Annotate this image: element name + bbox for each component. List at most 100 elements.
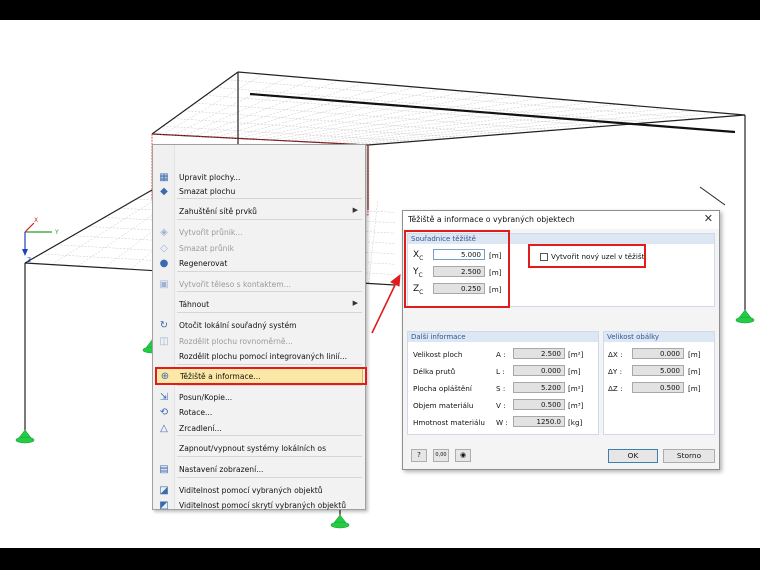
- support-3: [15, 429, 35, 444]
- menu-item-label: Táhnout: [179, 299, 210, 309]
- menu-item-label: Rozdělit plochu rovnoměrně...: [179, 336, 293, 346]
- menu-separator: [177, 456, 362, 457]
- info-value-field: 1250.0: [513, 416, 565, 427]
- envelope-value-field: 5.000: [632, 365, 684, 376]
- info-value-field: 0.500: [513, 399, 565, 410]
- menu-item-label: Regenerovat: [179, 258, 228, 268]
- menu-item-11[interactable]: ⊕ Těžiště a informace...: [155, 368, 363, 384]
- envelope-label: ΔY :: [608, 367, 623, 376]
- grid-line: [205, 95, 604, 127]
- delete-intersection-icon: ◇: [160, 242, 168, 254]
- mirror-icon: △: [160, 422, 168, 434]
- menu-item-3: ◈ Vytvořit průnik...: [155, 224, 363, 240]
- menu-blank-icon: [155, 348, 173, 364]
- menu-item-17[interactable]: ◪ Viditelnost pomocí vybraných objektů: [155, 482, 363, 498]
- menu-item-label: Upravit plochy...: [179, 172, 241, 182]
- ok-button[interactable]: OK: [608, 449, 658, 463]
- envelope-value-field: 0.000: [632, 348, 684, 359]
- close-icon[interactable]: ✕: [704, 212, 713, 225]
- menu-item-label: Zahuštění sítě prvků: [179, 206, 257, 216]
- menu-separator: [177, 219, 362, 220]
- visibility-selected-icon: ◪: [159, 484, 169, 496]
- support-1: [735, 309, 755, 324]
- menu-separator: [177, 477, 362, 478]
- menu-separator: [177, 271, 362, 272]
- rotate-icon: ⟲: [159, 406, 169, 418]
- menu-item-7[interactable]: Táhnout ▶: [155, 296, 363, 312]
- menu-item-label: Nastavení zobrazení...: [179, 464, 264, 474]
- menu-item-13[interactable]: ⟲ Rotace...: [155, 404, 363, 420]
- move-copy-icon: ⇲: [159, 391, 169, 403]
- menu-item-label: Vytvořit průnik...: [179, 227, 243, 237]
- menu-item-14[interactable]: △ Zrcadlení...: [155, 420, 363, 436]
- menu-item-label: Zapnout/vypnout systémy lokálních os: [179, 443, 327, 453]
- menu-item-16[interactable]: ▤ Nastavení zobrazení...: [155, 461, 363, 477]
- centroid-value-field[interactable]: 2.500: [433, 266, 485, 277]
- info-symbol: A :: [496, 350, 506, 359]
- info-header: Další informace: [408, 332, 598, 342]
- axis-label-x: X: [34, 217, 38, 224]
- cancel-button[interactable]: Storno: [663, 449, 715, 463]
- menu-item-label: Smazat plochu: [179, 186, 236, 196]
- visibility-hide-icon: ◩: [159, 499, 169, 511]
- new-node-checkbox[interactable]: [540, 253, 548, 261]
- context-menu: ▦ Upravit plochy... ◆ Smazat plochu Zahuštěn…: [152, 144, 367, 513]
- envelope-panel: Velikost obálky ΔX : 0.000 [m] ΔY : 5.000…: [603, 331, 715, 435]
- menu-item-2[interactable]: Zahuštění sítě prvků ▶: [155, 203, 363, 219]
- menu-separator: [177, 312, 362, 313]
- menu-item-10[interactable]: Rozdělit plochu pomocí integrovaných lin…: [155, 348, 363, 364]
- menu-item-label: Těžiště a informace...: [180, 371, 261, 381]
- info-unit: [m²]: [568, 350, 584, 359]
- menu-item-12[interactable]: ⇲ Posun/Kopie...: [155, 389, 363, 405]
- menu-item-15[interactable]: Zapnout/vypnout systémy lokálních os: [155, 440, 363, 456]
- model-viewport[interactable]: Y X Z ▦ Upravit plochy... ◆ Smazat plochu Za…: [0, 20, 760, 548]
- dialog-titlebar: Těžiště a informace o vybraných objektec…: [403, 211, 719, 229]
- centroid-value-field[interactable]: 5.000: [433, 249, 485, 260]
- info-label: Objem materiálu: [413, 401, 474, 410]
- menu-item-4: ◇ Smazat průnik: [155, 240, 363, 256]
- axis-tripod: Y X Z: [22, 217, 59, 264]
- support-4: [330, 514, 350, 529]
- centroid-unit: [m]: [489, 285, 502, 294]
- dialog-title: Těžiště a informace o vybraných objektec…: [408, 215, 575, 224]
- menu-item-18[interactable]: ◩ Viditelnost pomocí skrytí vybraných obj…: [155, 497, 363, 513]
- menu-blank-icon: [155, 440, 173, 456]
- menu-item-label: Rozdělit plochu pomocí integrovaných lin…: [179, 351, 348, 361]
- menu-item-8[interactable]: ↻ Otočit lokální souřadný systém: [155, 317, 363, 333]
- menu-item-label: Zrcadlení...: [179, 423, 222, 433]
- menu-item-1[interactable]: ◆ Smazat plochu: [155, 183, 363, 199]
- centroid-info-dialog: Těžiště a informace o vybraných objektec…: [402, 210, 720, 470]
- units-icon[interactable]: 0,00: [433, 449, 449, 462]
- info-panel: Další informace Velikost ploch A : 2.500…: [407, 331, 599, 435]
- view-icon[interactable]: ◉: [455, 449, 471, 462]
- info-unit: [m³]: [568, 401, 584, 410]
- info-symbol: W :: [496, 418, 508, 427]
- menu-separator: [177, 364, 362, 365]
- envelope-unit: [m]: [688, 350, 701, 359]
- info-label: Velikost ploch: [413, 350, 463, 359]
- grid-line: [249, 91, 467, 140]
- centroid-label: ZC: [413, 284, 424, 296]
- axis-label-z: Z: [27, 257, 31, 264]
- centroid-info-icon: ⊕: [160, 370, 170, 382]
- info-label: Plocha opláštění: [413, 384, 472, 393]
- divide-surface-icon: ◫: [159, 335, 169, 347]
- envelope-unit: [m]: [688, 384, 701, 393]
- submenu-arrow-icon: ▶: [352, 299, 358, 307]
- centroid-value-field[interactable]: 0.250: [433, 283, 485, 294]
- menu-blank-icon: [155, 296, 173, 312]
- menu-item-label: Posun/Kopie...: [179, 392, 233, 402]
- regenerate-icon: ●: [159, 257, 169, 269]
- display-settings-icon: ▤: [159, 463, 169, 475]
- info-unit: [kg]: [568, 418, 583, 427]
- menu-blank-icon: [155, 203, 173, 219]
- grid-line: [194, 102, 557, 131]
- menu-item-6: ▣ Vytvořit těleso s kontaktem...: [155, 276, 363, 292]
- help-icon[interactable]: ?: [411, 449, 427, 462]
- menu-item-5[interactable]: ● Regenerovat: [155, 255, 363, 271]
- solid-contact-icon: ▣: [159, 278, 169, 290]
- envelope-value-field: 0.500: [632, 382, 684, 393]
- info-label: Hmotnost materiálu: [413, 418, 485, 427]
- centroid-label: YC: [413, 267, 423, 279]
- info-symbol: L :: [496, 367, 505, 376]
